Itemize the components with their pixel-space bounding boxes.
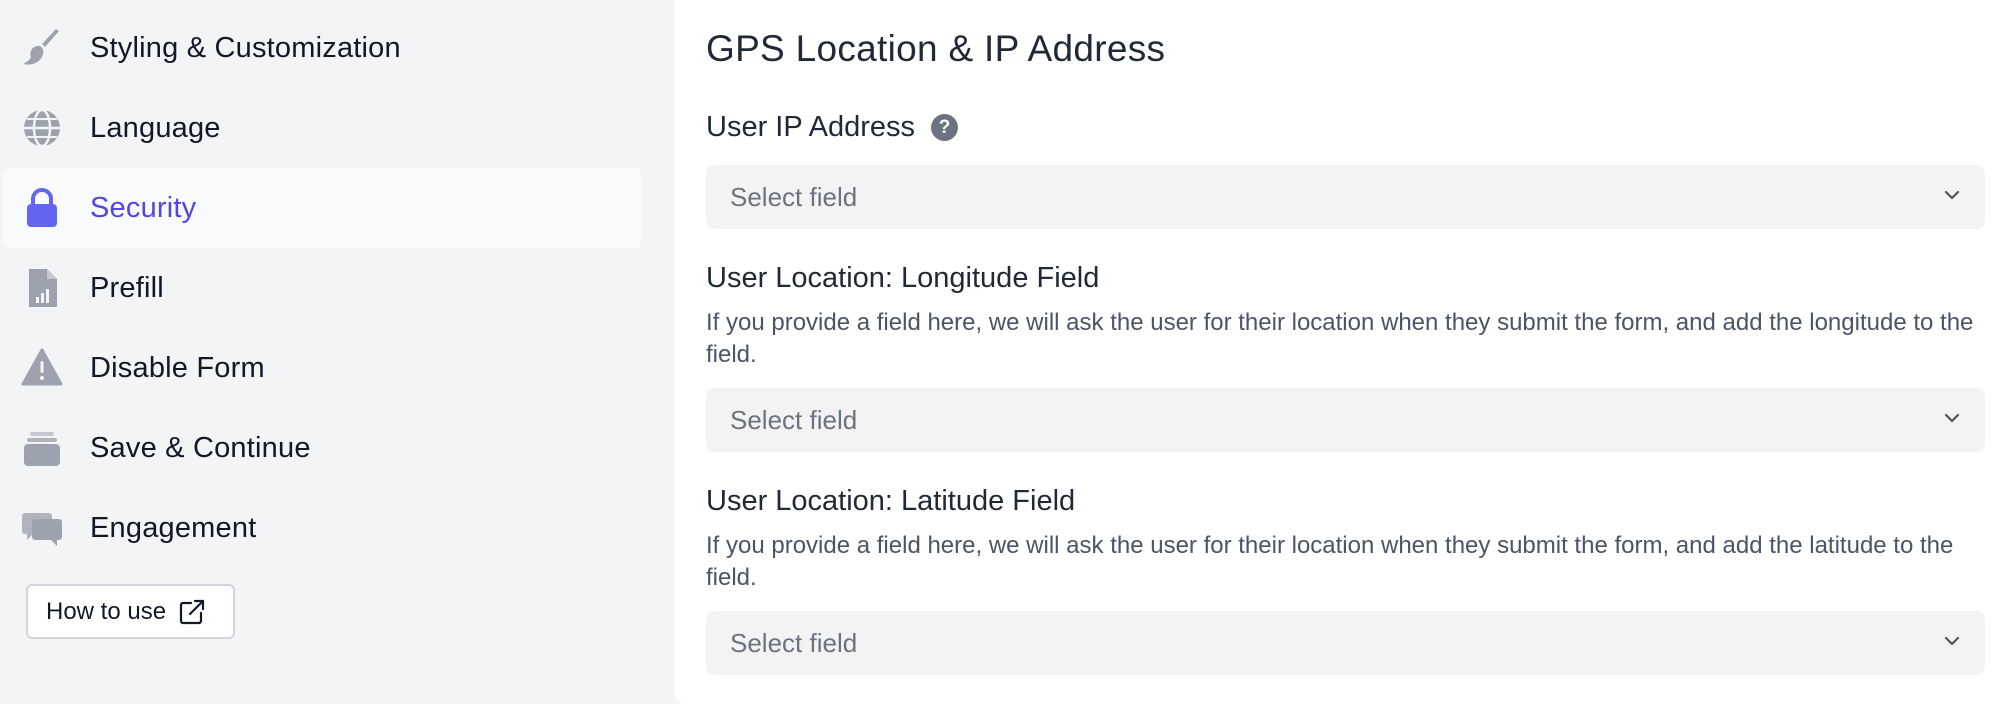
select-value: Select field	[730, 181, 858, 212]
ip-address-select[interactable]: Select field	[706, 165, 1985, 229]
sidebar: Styling & Customization Language Securit…	[0, 0, 674, 704]
ip-address-label: User IP Address ?	[706, 111, 959, 144]
external-link-icon	[179, 599, 205, 624]
latitude-field-select[interactable]: Select field	[706, 611, 1985, 675]
sidebar-item-styling[interactable]: Styling & Customization	[0, 8, 674, 88]
field-label-text: User IP Address	[706, 111, 916, 143]
select-value: Select field	[730, 404, 858, 435]
chevron-down-icon	[1941, 407, 1963, 434]
stack-icon	[20, 426, 64, 470]
longitude-field-description: If you provide a field here, we will ask…	[706, 309, 1974, 368]
field-label-text: User Location: Longitude Field	[706, 262, 1100, 294]
how-to-use-button[interactable]: How to use	[26, 584, 235, 639]
sidebar-item-language[interactable]: Language	[0, 88, 674, 168]
page-title: GPS Location & IP Address	[706, 28, 1166, 69]
latitude-field-label: User Location: Latitude Field	[706, 485, 1075, 518]
sidebar-item-label: Engagement	[90, 511, 257, 544]
chevron-down-icon	[1941, 184, 1963, 211]
help-icon[interactable]: ?	[931, 114, 959, 141]
sidebar-nav: Styling & Customization Language Securit…	[0, 8, 674, 568]
sidebar-item-label: Disable Form	[90, 351, 265, 384]
select-value: Select field	[730, 627, 858, 658]
globe-icon	[20, 106, 64, 150]
lock-icon	[20, 186, 64, 230]
sidebar-item-prefill[interactable]: Prefill	[0, 248, 674, 328]
latitude-field-description: If you provide a field here, we will ask…	[706, 532, 1954, 591]
document-chart-icon	[20, 266, 64, 310]
field-label-text: User Location: Latitude Field	[706, 485, 1076, 517]
sidebar-item-label: Prefill	[90, 271, 164, 304]
longitude-field-label: User Location: Longitude Field	[706, 262, 1099, 295]
chat-bubbles-icon	[20, 506, 64, 550]
sidebar-item-label: Security	[90, 191, 197, 224]
paintbrush-icon	[20, 26, 64, 70]
sidebar-item-label: Styling & Customization	[90, 31, 401, 64]
sidebar-item-label: Save & Continue	[90, 431, 311, 464]
how-to-use-label: How to use	[46, 597, 167, 625]
chevron-down-icon	[1941, 630, 1963, 657]
main-panel: GPS Location & IP Address User IP Addres…	[674, 0, 2002, 704]
sidebar-item-security[interactable]: Security	[3, 168, 642, 248]
sidebar-item-label: Language	[90, 111, 221, 144]
longitude-field-select[interactable]: Select field	[706, 388, 1985, 452]
sidebar-item-disable-form[interactable]: Disable Form	[0, 328, 674, 408]
sidebar-item-save-continue[interactable]: Save & Continue	[0, 408, 674, 488]
sidebar-item-engagement[interactable]: Engagement	[0, 488, 674, 568]
warning-icon	[20, 346, 64, 390]
